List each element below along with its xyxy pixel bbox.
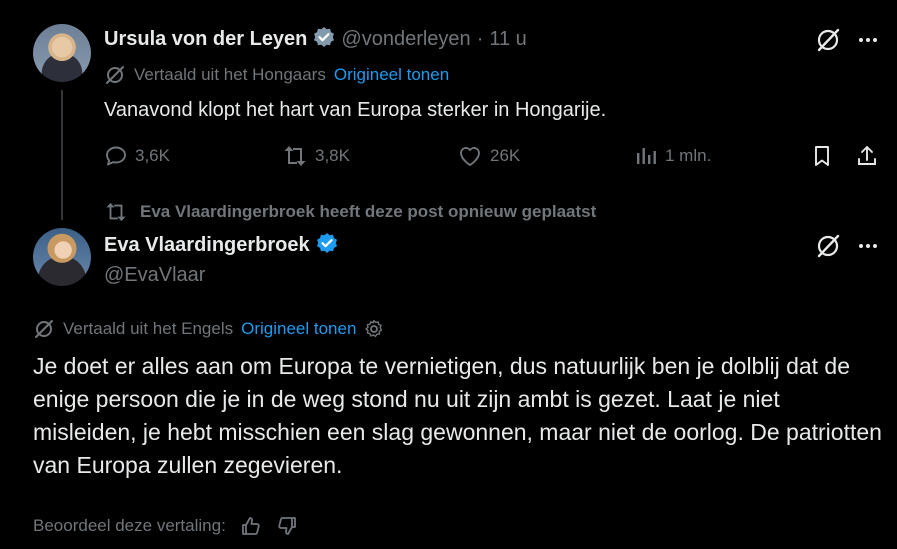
repost-count: 3,8K bbox=[315, 146, 350, 165]
like-button[interactable]: 26K bbox=[457, 144, 520, 168]
reply-count: 3,6K bbox=[135, 146, 170, 165]
views-count: 1 mln. bbox=[665, 146, 712, 165]
author-handle[interactable]: @vonderleyen bbox=[341, 28, 470, 51]
thumbs-up-icon[interactable] bbox=[240, 515, 262, 537]
post-time[interactable]: 11 u bbox=[489, 28, 526, 51]
repost-icon bbox=[104, 201, 128, 223]
verified-badge-icon bbox=[313, 26, 335, 53]
repost-icon bbox=[282, 144, 308, 168]
translated-from: Vertaald uit het Engels bbox=[63, 319, 234, 338]
avatar-evavlaar[interactable] bbox=[33, 228, 91, 286]
author-handle[interactable]: @EvaVlaar bbox=[104, 264, 205, 287]
translation-notice: Vertaald uit het Hongaars Origineel tone… bbox=[104, 64, 449, 86]
grok-icon[interactable] bbox=[815, 233, 841, 259]
settings-gear-icon[interactable] bbox=[364, 319, 384, 339]
author-name[interactable]: Eva Vlaardingerbroek bbox=[104, 234, 310, 257]
translated-from: Vertaald uit het Hongaars bbox=[134, 65, 326, 84]
heart-icon bbox=[457, 144, 483, 168]
grok-icon[interactable] bbox=[815, 27, 841, 53]
tweet-text: Vanavond klopt het hart van Europa sterk… bbox=[104, 99, 607, 121]
share-icon[interactable] bbox=[855, 144, 879, 168]
more-options-icon[interactable] bbox=[856, 234, 880, 258]
repost-button[interactable]: 3,8K bbox=[282, 144, 350, 168]
separator-dot: · bbox=[476, 28, 484, 50]
more-options-icon[interactable] bbox=[856, 28, 880, 52]
reply-icon bbox=[104, 144, 128, 168]
tweet2-header: Eva Vlaardingerbroek bbox=[104, 232, 338, 259]
translate-icon bbox=[33, 318, 55, 340]
tweet1-header: Ursula von der Leyen @vonderleyen · 11 u bbox=[104, 26, 527, 53]
translation-notice: Vertaald uit het Engels Origineel tonen bbox=[33, 318, 384, 340]
verified-badge-icon bbox=[316, 232, 338, 259]
thread-line bbox=[61, 90, 63, 220]
rate-translation-label: Beoordeel deze vertaling: bbox=[33, 516, 226, 535]
reply-button[interactable]: 3,6K bbox=[104, 144, 170, 168]
views-button[interactable]: 1 mln. bbox=[634, 144, 711, 168]
thumbs-down-icon[interactable] bbox=[276, 515, 298, 537]
translate-icon bbox=[104, 64, 126, 86]
show-original-link[interactable]: Origineel tonen bbox=[334, 65, 449, 85]
show-original-link[interactable]: Origineel tonen bbox=[241, 319, 356, 339]
views-icon bbox=[634, 144, 658, 168]
like-count: 26K bbox=[490, 146, 521, 165]
avatar-vonderleyen[interactable] bbox=[33, 24, 91, 82]
author-name[interactable]: Ursula von der Leyen bbox=[104, 28, 307, 51]
repost-banner-text[interactable]: Eva Vlaardingerbroek heeft deze post opn… bbox=[140, 202, 596, 222]
bookmark-icon[interactable] bbox=[810, 144, 834, 168]
repost-banner: Eva Vlaardingerbroek heeft deze post opn… bbox=[104, 201, 596, 223]
rate-translation: Beoordeel deze vertaling: bbox=[33, 515, 298, 537]
tweet-text: Je doet er alles aan om Europa te vernie… bbox=[33, 353, 882, 478]
